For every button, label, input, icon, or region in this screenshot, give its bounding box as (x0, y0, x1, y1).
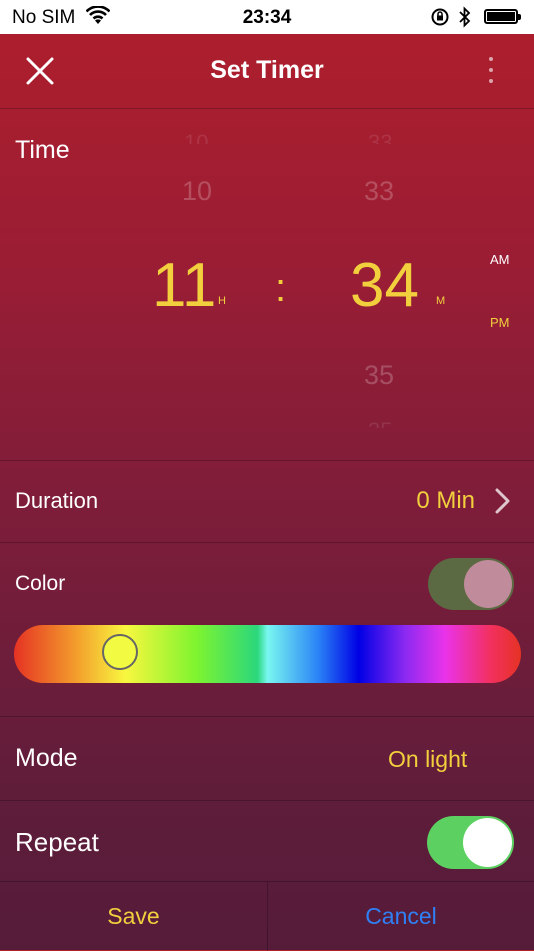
hour-picker-selected[interactable]: 11 (152, 250, 216, 321)
duration-label: Duration (15, 488, 99, 513)
repeat-label: Repeat (15, 827, 99, 857)
hour-unit-label: H (218, 295, 226, 307)
repeat-toggle[interactable] (427, 816, 514, 869)
cancel-button[interactable]: Cancel (268, 882, 534, 951)
status-bar: No SIM 23:34 (0, 0, 534, 34)
toggle-knob (463, 818, 512, 867)
status-time: 23:34 (242, 7, 292, 28)
repeat-row: Repeat (0, 801, 534, 881)
time-separator: : (275, 266, 287, 310)
save-button[interactable]: Save (0, 882, 267, 951)
orientation-lock-icon (430, 7, 450, 33)
more-vertical-icon[interactable] (476, 54, 506, 90)
page-title: Set Timer (210, 56, 324, 84)
color-spectrum-slider[interactable] (14, 625, 521, 683)
hour-picker-far-above: 10 (184, 130, 209, 144)
minute-picker-below[interactable]: 35 (364, 360, 394, 391)
minute-picker-far-above: 33 (368, 130, 393, 144)
mode-value[interactable]: On light (388, 746, 467, 773)
mode-row[interactable]: Mode On light (0, 717, 534, 801)
toggle-knob (464, 560, 512, 608)
color-toggle[interactable] (428, 558, 514, 610)
duration-row[interactable]: Duration 0 Min (0, 460, 534, 543)
bottom-action-bar: Save Cancel (0, 881, 534, 951)
hour-picker-above[interactable]: 10 (182, 176, 212, 207)
time-picker[interactable]: Time 10 33 10 33 11 H : 34 M AM PM 35 35 (0, 108, 534, 461)
duration-value: 0 Min (416, 487, 475, 514)
am-option[interactable]: AM (490, 252, 510, 267)
pm-option[interactable]: PM (490, 315, 510, 330)
color-label: Color (15, 572, 66, 595)
minute-picker-selected[interactable]: 34 (350, 250, 419, 321)
bluetooth-icon (458, 6, 472, 34)
battery-icon (484, 9, 521, 24)
minute-unit-label: M (436, 295, 446, 307)
minute-picker-far-below: 35 (368, 418, 392, 428)
nav-bar: Set Timer (0, 34, 534, 109)
time-label: Time (15, 136, 70, 164)
minute-picker-above[interactable]: 33 (364, 176, 394, 207)
mode-label: Mode (15, 744, 78, 772)
chevron-right-icon (493, 487, 513, 515)
color-row: Color (0, 543, 534, 717)
